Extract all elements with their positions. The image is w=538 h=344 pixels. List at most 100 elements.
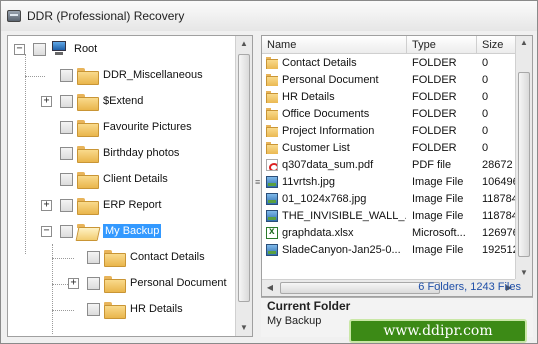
file-type-cell: FOLDER	[412, 74, 457, 86]
file-type-cell: Image File	[412, 176, 464, 188]
file-type-cell: Image File	[412, 244, 464, 256]
collapse-icon[interactable]: −	[41, 225, 52, 237]
expand-icon[interactable]: +	[68, 277, 79, 289]
tree-item-ddr-miscellaneous[interactable]: DDR_Miscellaneous	[41, 64, 203, 86]
tree-checkbox[interactable]	[60, 198, 73, 212]
tree-item-label: Client Details	[103, 173, 168, 185]
table-row[interactable]: Office Documents FOLDER 0	[262, 106, 518, 123]
folder-icon	[77, 67, 99, 85]
image-icon	[266, 210, 278, 222]
tree-item-personal-document[interactable]: + Personal Document	[68, 272, 227, 294]
tree-item-favourite-pictures[interactable]: Favourite Pictures	[41, 116, 192, 138]
tree-checkbox[interactable]	[60, 146, 73, 160]
tree-checkbox[interactable]	[87, 250, 100, 264]
current-folder-title: Current Folder	[267, 299, 351, 313]
tree-item-label: Root	[74, 43, 98, 55]
table-row[interactable]: Project Information FOLDER 0	[262, 123, 518, 140]
tree-checkbox[interactable]	[87, 276, 100, 290]
table-row[interactable]: Customer List FOLDER 0	[262, 140, 518, 157]
tree-item-label: My Backup	[103, 224, 162, 238]
tree-checkbox[interactable]	[87, 302, 100, 316]
folder-icon	[266, 142, 278, 154]
tree-checkbox[interactable]	[60, 172, 73, 186]
file-type-cell: Microsoft...	[412, 227, 466, 239]
tree-item-my-backup[interactable]: − My Backup	[41, 220, 162, 242]
file-name-cell: Contact Details	[282, 57, 357, 69]
folder-icon	[266, 125, 278, 137]
table-row[interactable]: Contact Details FOLDER 0	[262, 55, 518, 72]
expand-icon[interactable]: +	[41, 199, 52, 211]
file-type-cell: FOLDER	[412, 142, 457, 154]
pdf-icon	[266, 159, 278, 171]
folder-icon	[266, 108, 278, 120]
open-folder-icon	[77, 223, 97, 239]
tree-item-label: ERP Report	[103, 199, 162, 211]
folder-icon	[77, 197, 99, 215]
folder-icon	[104, 301, 126, 319]
column-header-type[interactable]: Type	[407, 36, 477, 54]
tree-item-erp-report[interactable]: + ERP Report	[41, 194, 162, 216]
file-type-cell: PDF file	[412, 159, 452, 171]
folder-tree[interactable]: − Root DDR_Miscellaneous + $Extend Favou…	[7, 35, 253, 337]
tree-item-birthday-photos[interactable]: Birthday photos	[41, 142, 179, 164]
table-row[interactable]: graphdata.xlsxMicrosoft...126976	[262, 225, 519, 242]
collapse-icon[interactable]: −	[14, 43, 25, 55]
tree-item-label: DDR_Miscellaneous	[103, 69, 203, 81]
website-badge: www.ddipr.com	[349, 319, 527, 343]
folder-icon	[266, 91, 278, 103]
file-name-cell: 11vrtsh.jpg	[282, 176, 335, 188]
tree-item-label: Favourite Pictures	[103, 121, 192, 133]
tree-item-root[interactable]: − Root	[14, 38, 97, 60]
scroll-thumb[interactable]	[238, 54, 250, 302]
file-list[interactable]: Name Type Size Contact Details FOLDER 0 Per…	[261, 35, 533, 297]
scroll-down-icon[interactable]: ▼	[236, 320, 252, 336]
table-row[interactable]: SladeCanyon-Jan25-0... Image File 192512	[262, 242, 519, 259]
tree-item-extend[interactable]: + $Extend	[41, 90, 143, 112]
file-name-cell: THE_INVISIBLE_WALL_...	[282, 210, 406, 222]
tree-scrollbar[interactable]: ▲ ▼	[235, 36, 252, 336]
table-row[interactable]: 11vrtsh.jpg Image File 106496	[262, 174, 519, 191]
tree-checkbox[interactable]	[33, 42, 46, 56]
file-type-cell: FOLDER	[412, 91, 457, 103]
file-name-cell: Project Information	[282, 125, 375, 137]
current-folder-value: My Backup	[267, 315, 322, 327]
image-icon	[266, 244, 278, 256]
tree-item-label: Birthday photos	[103, 147, 180, 159]
table-row[interactable]: HR Details FOLDER 0	[262, 89, 518, 106]
table-row[interactable]: 01_1024x768.jpg Image File 118784	[262, 191, 518, 208]
file-type-cell: FOLDER	[412, 57, 457, 69]
tree-checkbox[interactable]	[60, 68, 73, 82]
column-header-name[interactable]: Name	[262, 36, 407, 54]
grip-icon: ≡	[255, 177, 261, 187]
folder-icon	[104, 275, 126, 293]
app-window: DDR (Professional) Recovery − Root DDR_M…	[0, 0, 538, 344]
tree-item-hr-details[interactable]: HR Details	[68, 298, 183, 320]
scroll-up-icon[interactable]: ▲	[516, 36, 532, 50]
file-name-cell: HR Details	[282, 91, 335, 103]
folder-icon	[77, 171, 99, 189]
tree-item-client-details[interactable]: Client Details	[41, 168, 168, 190]
scroll-up-icon[interactable]: ▲	[236, 36, 252, 52]
tree-item-contact-details[interactable]: Contact Details	[68, 246, 205, 268]
tree-checkbox[interactable]	[60, 120, 73, 134]
computer-icon	[50, 41, 68, 57]
folder-icon	[77, 119, 99, 137]
file-type-cell: FOLDER	[412, 108, 457, 120]
scroll-thumb[interactable]	[518, 72, 530, 257]
tree-checkbox[interactable]	[60, 224, 73, 238]
file-name-cell: 01_1024x768.jpg	[282, 193, 367, 205]
tree-item-label: HR Details	[130, 303, 183, 315]
tree-checkbox[interactable]	[60, 94, 73, 108]
excel-icon	[266, 227, 278, 239]
folder-icon	[266, 57, 278, 69]
scroll-down-icon[interactable]: ▼	[516, 266, 532, 280]
expand-icon[interactable]: +	[41, 95, 52, 107]
table-row[interactable]: THE_INVISIBLE_WALL_... Image File 118784	[262, 208, 518, 225]
file-name-cell: Office Documents	[282, 108, 370, 120]
table-row[interactable]: q307data_sum.pdf PDF file 28672	[262, 157, 518, 174]
status-summary: 6 Folders, 1243 Files	[418, 281, 521, 293]
file-list-vscroll[interactable]: ▲ ▼	[515, 36, 532, 280]
table-row[interactable]: Personal Document FOLDER 0	[262, 72, 518, 89]
image-icon	[266, 193, 278, 205]
file-name-cell: Personal Document	[282, 74, 379, 86]
